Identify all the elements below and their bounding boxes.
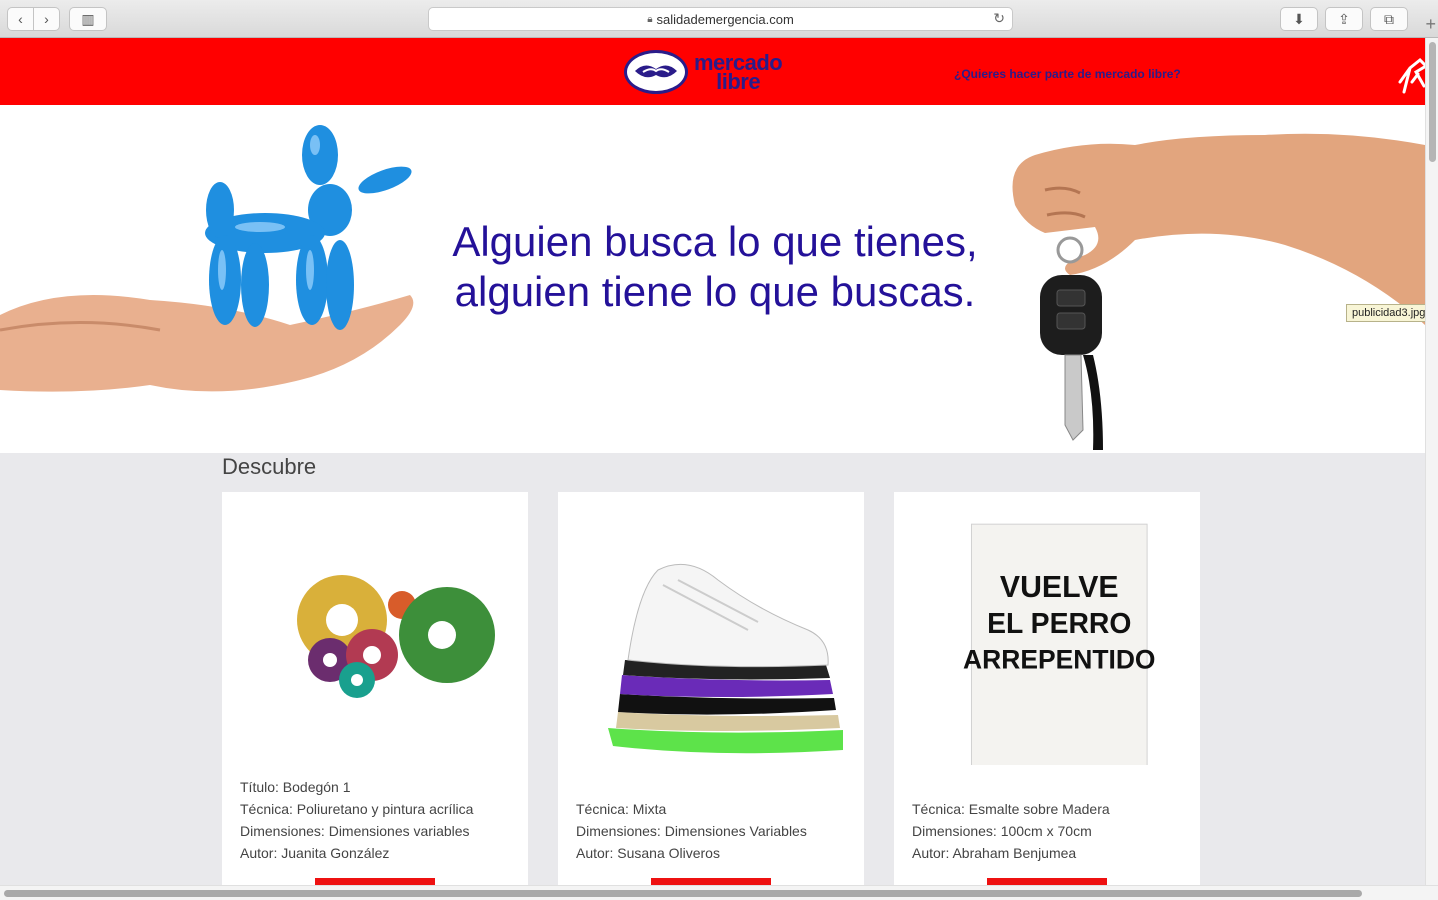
card-line: Dimensiones: Dimensiones variables <box>240 823 470 839</box>
tabs-overview-icon[interactable]: ⧉ <box>1370 7 1408 31</box>
poster-line: EL PERRO <box>987 608 1131 640</box>
card-line: Autor: Abraham Benjumea <box>912 845 1077 861</box>
hand-with-keys-image <box>1012 133 1425 450</box>
scroll-thumb[interactable] <box>4 890 1362 897</box>
join-link[interactable]: ¿Quieres hacer parte de mercado libre? <box>954 67 1181 81</box>
poster-line: VUELVE <box>1000 571 1119 604</box>
url-text: salidademergencia.com <box>656 11 794 27</box>
scroll-thumb[interactable] <box>1429 42 1436 162</box>
sidebar-toggle-icon[interactable]: ▥ <box>69 7 107 31</box>
stacked-sneaker-image <box>608 563 843 754</box>
mercado-libre-logo[interactable]: mercado libre <box>624 50 783 94</box>
donut-sculpture-image <box>297 575 495 698</box>
address-bar[interactable]: 🔒︎ salidademergencia.com ↻ <box>428 7 1013 31</box>
product-card[interactable]: Técnica: Mixta Dimensiones: Dimensiones … <box>558 492 864 885</box>
downloads-icon[interactable]: ⬇ <box>1280 7 1318 31</box>
card-line: Autor: Susana Oliveros <box>576 845 720 861</box>
image-tooltip: publicidad3.jpg <box>1346 304 1425 322</box>
product-card[interactable]: Título: Bodegón 1 Técnica: Poliuretano y… <box>222 492 528 885</box>
share-icon[interactable]: ⇪ <box>1325 7 1363 31</box>
navigation-buttons: ‹ › <box>7 7 60 31</box>
new-tab-icon[interactable]: + <box>1425 14 1436 35</box>
hero-banner: Alguien busca lo que tienes, alguien tie… <box>0 105 1425 453</box>
card-line: Dimensiones: 100cm x 70cm <box>912 823 1092 839</box>
card-line: Dimensiones: Dimensiones Variables <box>576 823 807 839</box>
card-line: Autor: Juanita González <box>240 845 390 861</box>
product-card[interactable]: VUELVE EL PERRO ARREPENTIDO Técnica: Esm… <box>894 492 1200 885</box>
card-action-button[interactable] <box>987 878 1107 885</box>
web-page: mercado libre ¿Quieres hacer parte de me… <box>0 38 1425 885</box>
card-action-button[interactable] <box>315 878 435 885</box>
card-line: Título: Bodegón 1 <box>240 779 351 795</box>
painted-sign-image: VUELVE EL PERRO ARREPENTIDO <box>963 523 1155 765</box>
horizontal-scrollbar[interactable] <box>0 885 1438 900</box>
section-title: Descubre <box>222 454 317 479</box>
vertical-scrollbar[interactable] <box>1425 38 1438 885</box>
site-header: mercado libre ¿Quieres hacer parte de me… <box>0 38 1425 105</box>
handshake-icon <box>624 50 688 94</box>
browser-toolbar: ‹ › ▥ 🔒︎ salidademergencia.com ↻ ⬇ ⇪ ⧉ + <box>0 0 1438 38</box>
card-line: Técnica: Poliuretano y pintura acrílica <box>240 801 474 817</box>
back-icon[interactable]: ‹ <box>8 8 34 30</box>
runner-icon[interactable] <box>1396 52 1425 96</box>
reload-icon[interactable]: ↻ <box>993 10 1005 27</box>
poster-line: ARREPENTIDO <box>963 645 1155 675</box>
lock-icon: 🔒︎ <box>647 13 653 25</box>
hero-headline: Alguien busca lo que tienes, alguien tie… <box>452 218 978 315</box>
balloon-dog-hand-image <box>0 125 414 392</box>
card-action-button[interactable] <box>651 878 771 885</box>
forward-icon[interactable]: › <box>34 8 59 30</box>
card-line: Técnica: Esmalte sobre Madera <box>912 801 1110 817</box>
card-line: Técnica: Mixta <box>576 801 667 817</box>
